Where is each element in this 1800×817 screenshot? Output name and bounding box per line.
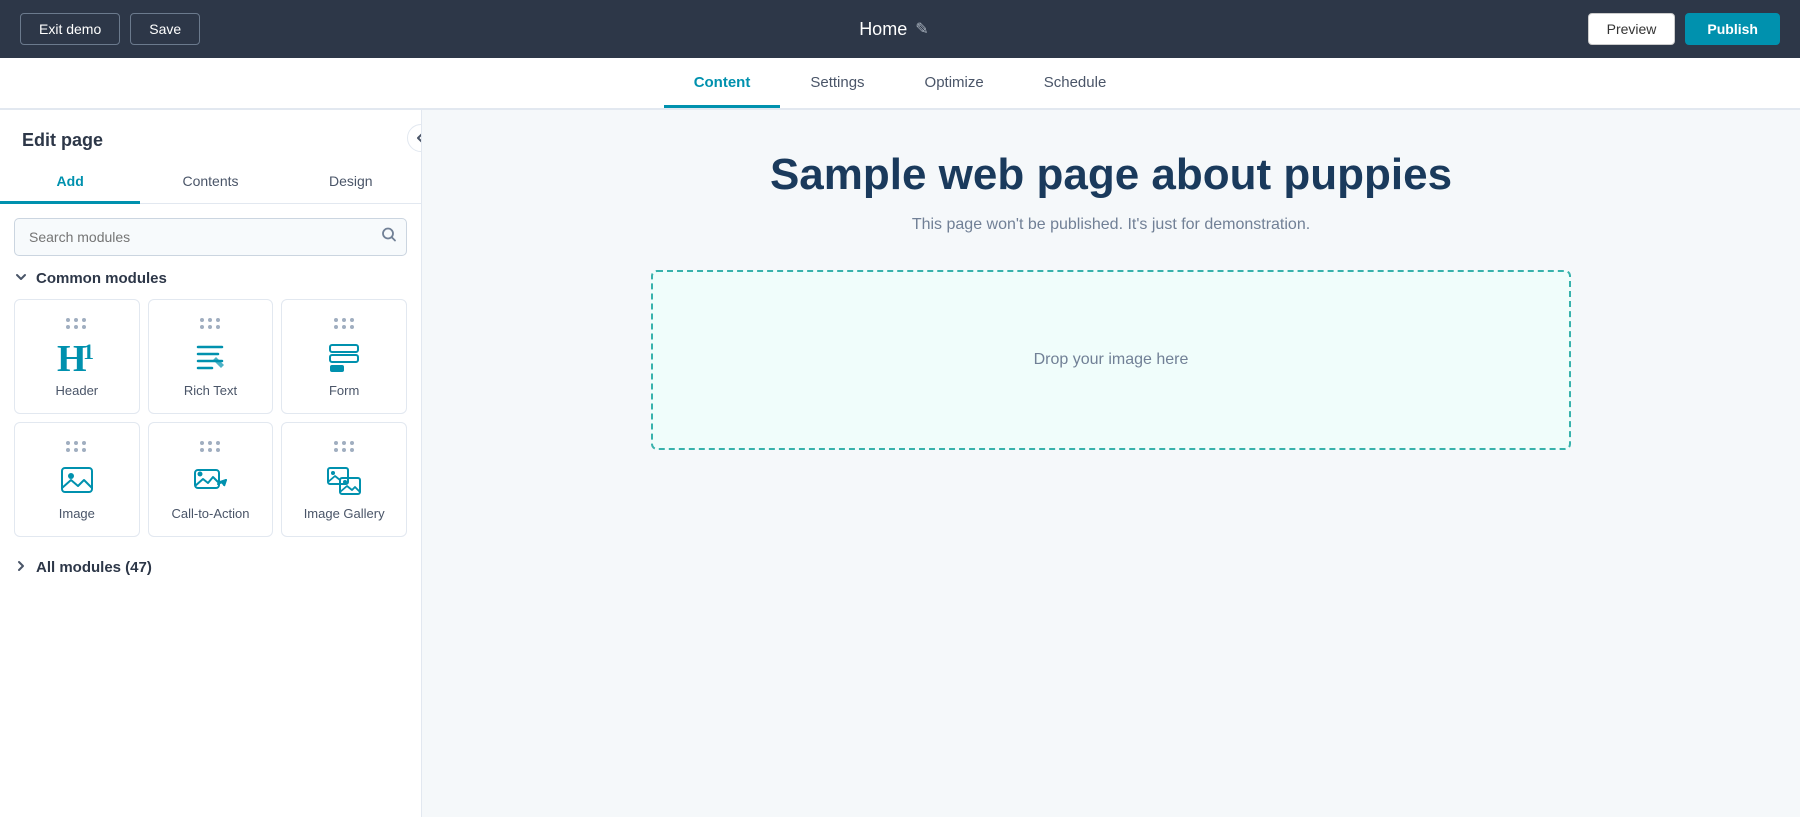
search-container bbox=[0, 204, 421, 256]
save-button[interactable]: Save bbox=[130, 13, 200, 45]
sidebar-tab-contents[interactable]: Contents bbox=[140, 161, 280, 204]
module-card-form[interactable]: Form bbox=[281, 299, 407, 414]
tab-settings[interactable]: Settings bbox=[780, 60, 894, 108]
drag-dots-gallery bbox=[334, 441, 355, 452]
module-label-form: Form bbox=[329, 383, 359, 398]
preview-button[interactable]: Preview bbox=[1588, 13, 1676, 45]
search-input[interactable] bbox=[14, 218, 407, 256]
top-bar: Exit demo Save Home ✎ Preview Publish bbox=[0, 0, 1800, 58]
sidebar-tab-design[interactable]: Design bbox=[281, 161, 421, 204]
drag-dots-form bbox=[334, 318, 355, 329]
top-bar-right: Preview Publish bbox=[1588, 13, 1780, 45]
page-heading: Sample web page about puppies bbox=[770, 150, 1452, 200]
tab-content[interactable]: Content bbox=[664, 60, 781, 108]
module-label-gallery: Image Gallery bbox=[304, 506, 385, 521]
chevron-down-icon bbox=[14, 270, 28, 287]
sidebar-tab-add[interactable]: Add bbox=[0, 161, 140, 204]
drop-zone-text: Drop your image here bbox=[1034, 351, 1189, 369]
module-card-header[interactable]: H 1 Header bbox=[14, 299, 140, 414]
module-card-rich-text[interactable]: Rich Text bbox=[148, 299, 274, 414]
publish-button[interactable]: Publish bbox=[1685, 13, 1780, 45]
drag-dots-cta bbox=[200, 441, 221, 452]
top-bar-left: Exit demo Save bbox=[20, 13, 200, 45]
edit-icon[interactable]: ✎ bbox=[915, 19, 928, 39]
form-icon bbox=[324, 337, 364, 377]
module-label-image: Image bbox=[59, 506, 95, 521]
chevron-right-icon bbox=[14, 559, 28, 576]
tab-optimize[interactable]: Optimize bbox=[895, 60, 1014, 108]
page-title: Home ✎ bbox=[859, 19, 928, 40]
page-subtext: This page won't be published. It's just … bbox=[912, 216, 1310, 234]
sidebar-header: Edit page bbox=[0, 110, 421, 161]
header-icon: H 1 bbox=[55, 337, 99, 377]
cta-icon bbox=[190, 460, 230, 500]
top-bar-center: Home ✎ bbox=[859, 19, 928, 40]
tab-schedule[interactable]: Schedule bbox=[1014, 60, 1137, 108]
common-modules-header[interactable]: Common modules bbox=[14, 270, 407, 287]
module-label-rich-text: Rich Text bbox=[184, 383, 237, 398]
search-icon-button[interactable] bbox=[381, 227, 397, 248]
module-label-header: Header bbox=[56, 383, 99, 398]
gallery-icon bbox=[324, 460, 364, 500]
all-modules-label: All modules (47) bbox=[36, 559, 152, 576]
module-label-cta: Call-to-Action bbox=[171, 506, 249, 521]
drag-dots-image bbox=[66, 441, 87, 452]
drag-dots-rich-text bbox=[200, 318, 221, 329]
module-card-call-to-action[interactable]: Call-to-Action bbox=[148, 422, 274, 537]
svg-text:1: 1 bbox=[83, 339, 94, 364]
rich-text-icon bbox=[190, 337, 230, 377]
common-modules-title: Common modules bbox=[36, 270, 167, 287]
modules-grid: H 1 Header bbox=[14, 299, 407, 537]
nav-tabs: Content Settings Optimize Schedule bbox=[0, 58, 1800, 110]
exit-demo-button[interactable]: Exit demo bbox=[20, 13, 120, 45]
image-icon bbox=[57, 460, 97, 500]
main-layout: Edit page Add Contents Design Common mod… bbox=[0, 110, 1800, 817]
page-title-text: Home bbox=[859, 19, 907, 40]
module-card-image[interactable]: Image bbox=[14, 422, 140, 537]
sidebar-inner-tabs: Add Contents Design bbox=[0, 161, 421, 204]
canvas-area: Sample web page about puppies This page … bbox=[422, 110, 1800, 817]
left-sidebar: Edit page Add Contents Design Common mod… bbox=[0, 110, 422, 817]
modules-section: Common modules H 1 Header bbox=[0, 256, 421, 817]
all-modules-row[interactable]: All modules (47) bbox=[14, 549, 407, 586]
drag-dots-header bbox=[66, 318, 87, 329]
module-card-image-gallery[interactable]: Image Gallery bbox=[281, 422, 407, 537]
drop-zone[interactable]: Drop your image here bbox=[651, 270, 1571, 450]
